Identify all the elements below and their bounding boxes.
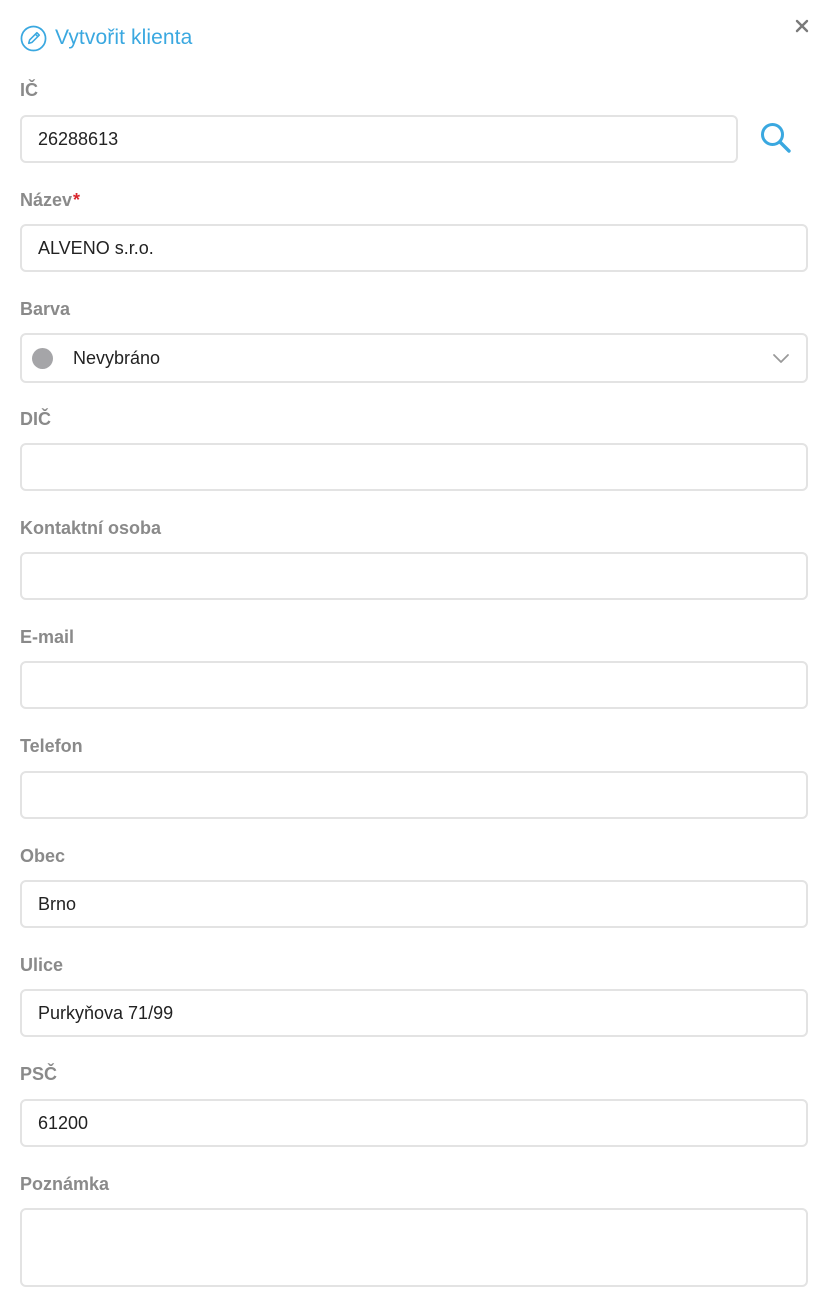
psc-label: PSČ [20, 1064, 58, 1084]
search-icon[interactable] [758, 120, 794, 156]
barva-select[interactable]: Nevybráno [20, 333, 808, 383]
create-client-dialog: Vytvořit klienta IČ Název* Barva Nevybrá… [0, 0, 832, 1302]
barva-label: Barva [20, 299, 71, 319]
pencil-icon [20, 25, 47, 51]
nazev-label-text: Název [20, 190, 73, 210]
chevron-down-icon [773, 354, 789, 363]
poznamka-label: Poznámka [20, 1174, 110, 1194]
email-input[interactable] [20, 661, 808, 709]
obec-input[interactable] [20, 880, 808, 928]
kontakt-label: Kontaktní osoba [20, 518, 162, 538]
ulice-label: Ulice [20, 955, 64, 975]
required-mark: * [73, 190, 81, 210]
email-label: E-mail [20, 627, 75, 647]
nazev-input[interactable] [20, 224, 808, 272]
dic-label: DIČ [20, 409, 51, 429]
obec-label: Obec [20, 846, 66, 866]
dialog-title: Vytvořit klienta [55, 26, 193, 49]
barva-select-value: Nevybráno [73, 347, 161, 368]
ulice-input[interactable] [20, 989, 808, 1037]
telefon-input[interactable] [20, 771, 808, 819]
dic-input[interactable] [20, 443, 808, 491]
color-dot [32, 347, 53, 369]
dialog-header: Vytvořit klienta [20, 24, 192, 52]
kontakt-input[interactable] [20, 552, 808, 600]
telefon-label: Telefon [20, 736, 83, 756]
ic-input[interactable] [20, 115, 738, 163]
poznamka-textarea[interactable] [20, 1208, 808, 1287]
psc-input[interactable] [20, 1099, 808, 1147]
nazev-label: Název* [20, 190, 80, 211]
close-icon[interactable] [794, 18, 810, 34]
ic-label: IČ [20, 80, 38, 100]
